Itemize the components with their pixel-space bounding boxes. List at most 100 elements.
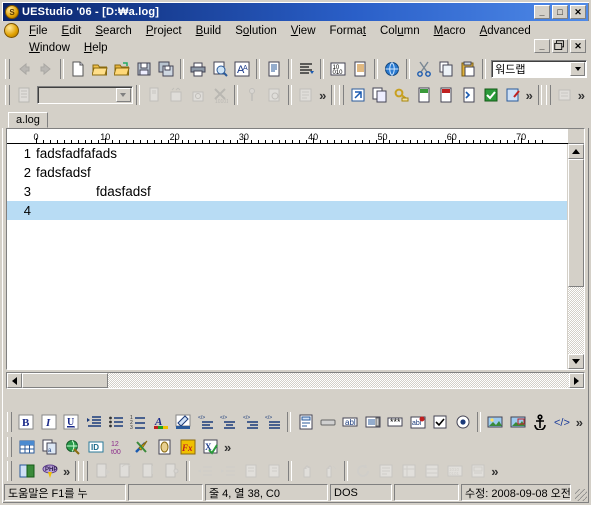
number-icon[interactable]: 12 t00 (107, 436, 130, 458)
tab-a-log[interactable]: a.log (8, 112, 48, 128)
menu-column[interactable]: Column (373, 24, 427, 38)
toolbar-overflow-button[interactable]: » (317, 88, 328, 103)
editor-line[interactable]: 2 fadsfadsf (7, 163, 567, 182)
toolbar-grip[interactable] (7, 412, 12, 432)
step-over-icon[interactable] (114, 460, 137, 482)
resize-grip[interactable] (573, 484, 587, 501)
green-doc-icon[interactable] (413, 84, 435, 106)
bold-icon[interactable]: B (15, 411, 37, 433)
horizontal-scrollbar-track[interactable] (22, 373, 569, 388)
save-icon[interactable] (133, 58, 155, 80)
radio-button-icon[interactable] (451, 411, 473, 433)
toolbar-overflow-button[interactable]: » (524, 88, 535, 103)
anchor-icon[interactable] (529, 411, 551, 433)
mdi-minimize-button[interactable]: _ (534, 39, 550, 53)
horizontal-scrollbar-thumb[interactable] (22, 373, 108, 388)
underline-icon[interactable]: U (60, 411, 82, 433)
build-config-combo[interactable] (36, 86, 133, 104)
horizontal-scrollbar[interactable] (6, 372, 585, 389)
menu-advanced[interactable]: Advanced (473, 24, 538, 38)
document-icon[interactable] (263, 58, 285, 80)
vertical-scrollbar-thumb[interactable] (568, 159, 584, 287)
output-icon[interactable] (466, 460, 489, 482)
checkbox-icon[interactable] (429, 411, 451, 433)
break-hand-icon[interactable] (318, 460, 341, 482)
uncomment-icon[interactable] (262, 460, 285, 482)
chevron-down-icon[interactable] (570, 62, 586, 76)
justify-icon[interactable]: </> (262, 411, 284, 433)
locals-icon[interactable] (397, 460, 420, 482)
toolbar-grip[interactable] (5, 59, 10, 79)
globe-icon[interactable] (61, 436, 84, 458)
menu-search[interactable]: Search (88, 24, 138, 38)
toolbar-grip[interactable] (339, 85, 345, 105)
scroll-down-button[interactable] (568, 354, 584, 369)
edit-doc-icon[interactable] (502, 84, 524, 106)
editor-line[interactable]: 4 (7, 201, 567, 220)
comment-icon[interactable] (239, 460, 262, 482)
paste-icon[interactable] (457, 58, 479, 80)
toolbar-grip[interactable] (7, 437, 12, 457)
open-folder-icon[interactable] (89, 58, 111, 80)
align-right-icon[interactable]: </> (239, 411, 261, 433)
forward-arrow-icon[interactable] (35, 58, 57, 80)
toolbar-overflow-button[interactable]: » (61, 464, 72, 479)
table-icon[interactable] (15, 436, 38, 458)
menu-format[interactable]: Format (323, 24, 373, 38)
print-icon[interactable] (187, 58, 209, 80)
indent-icon[interactable] (82, 411, 104, 433)
compile-icon[interactable] (143, 84, 165, 106)
unordered-list-icon[interactable] (105, 411, 127, 433)
toolbar-grip[interactable] (545, 85, 551, 105)
align-center-icon[interactable]: </> (217, 411, 239, 433)
project-list-icon[interactable] (13, 84, 35, 106)
chevron-down-icon[interactable] (115, 88, 131, 102)
scroll-left-button[interactable] (7, 373, 22, 388)
mdi-close-button[interactable]: ✕ (570, 39, 586, 53)
duplicate-icon[interactable]: a (38, 436, 61, 458)
find-font-icon[interactable]: AA (231, 58, 253, 80)
copy-doc-icon[interactable] (369, 84, 391, 106)
scroll-up-button[interactable] (568, 144, 584, 159)
watch-icon[interactable] (374, 460, 397, 482)
menu-window[interactable]: Window (22, 41, 77, 55)
toolbar-overflow-button[interactable]: » (574, 415, 585, 430)
clean-icon[interactable]: 10101 (209, 84, 231, 106)
blue-doc-icon[interactable] (457, 84, 479, 106)
image-map-icon[interactable] (506, 411, 528, 433)
highlight-icon[interactable] (172, 411, 194, 433)
rebuild-icon[interactable] (187, 84, 209, 106)
document-menu-icon[interactable] (4, 23, 19, 38)
vertical-scrollbar[interactable] (567, 144, 584, 369)
image-icon[interactable] (484, 411, 506, 433)
menu-project[interactable]: Project (139, 24, 189, 38)
select-box-icon[interactable] (362, 411, 384, 433)
tools-icon[interactable] (130, 436, 153, 458)
list-view-icon[interactable] (554, 84, 576, 106)
wordwrap-combo[interactable]: 워드랩 (491, 60, 588, 78)
debug-icon[interactable] (263, 84, 285, 106)
indent-dec-icon[interactable] (193, 460, 216, 482)
run-to-icon[interactable] (160, 460, 183, 482)
toolbar-grip[interactable] (5, 85, 10, 105)
code-tag-icon[interactable]: </> (551, 411, 573, 433)
step-into-icon[interactable] (91, 460, 114, 482)
minimize-button[interactable]: _ (534, 5, 550, 19)
ordered-list-icon[interactable]: 123 (127, 411, 149, 433)
cut-icon[interactable] (413, 58, 435, 80)
spell-check-icon[interactable]: X (199, 436, 222, 458)
stop-hand-icon[interactable] (295, 460, 318, 482)
maximize-button[interactable]: □ (552, 5, 568, 19)
form-icon[interactable] (294, 411, 316, 433)
align-left-icon[interactable]: </> (195, 411, 217, 433)
password-field-icon[interactable]: *** (384, 411, 406, 433)
column-mode-icon[interactable] (349, 58, 371, 80)
save-all-icon[interactable] (155, 58, 177, 80)
memory-icon[interactable]: 1010 0101 (443, 460, 466, 482)
italic-icon[interactable]: I (37, 411, 59, 433)
copy-icon[interactable] (435, 58, 457, 80)
close-button[interactable]: ✕ (570, 5, 586, 19)
scroll-right-button[interactable] (569, 373, 584, 388)
refresh-icon[interactable] (351, 460, 374, 482)
editor-line[interactable]: 1 fadsfadfafads (7, 144, 567, 163)
